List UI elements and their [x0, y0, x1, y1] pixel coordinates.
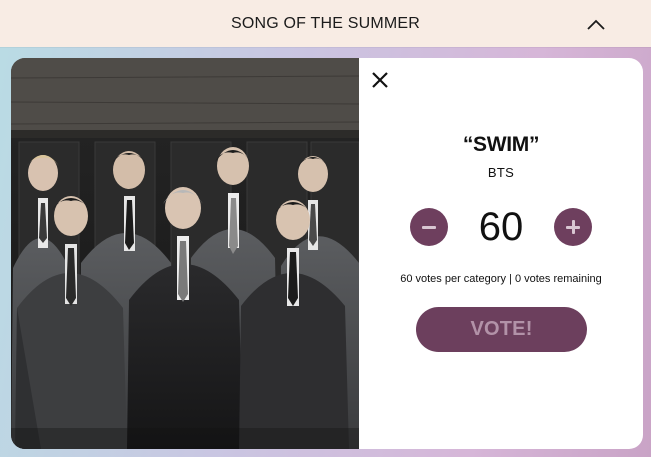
chevron-up-icon[interactable] [585, 14, 607, 34]
minus-icon [422, 225, 436, 229]
vote-button[interactable]: VOTE! [416, 307, 587, 352]
vote-count: 60 [478, 205, 524, 249]
close-icon[interactable] [368, 68, 392, 92]
decrement-button[interactable] [410, 208, 448, 246]
increment-button[interactable] [554, 208, 592, 246]
votes-remaining-text: 60 votes per category | 0 votes remainin… [400, 273, 602, 285]
artist-photo [11, 58, 359, 449]
song-title: “SWIM” [462, 133, 540, 156]
category-header[interactable]: SONG OF THE SUMMER [0, 0, 651, 47]
artist-name: BTS [487, 165, 515, 180]
vote-card: “SWIM” BTS 60 60 votes per category | 0 … [11, 58, 643, 449]
category-title: SONG OF THE SUMMER [230, 15, 421, 32]
vote-stepper: 60 [359, 203, 643, 251]
